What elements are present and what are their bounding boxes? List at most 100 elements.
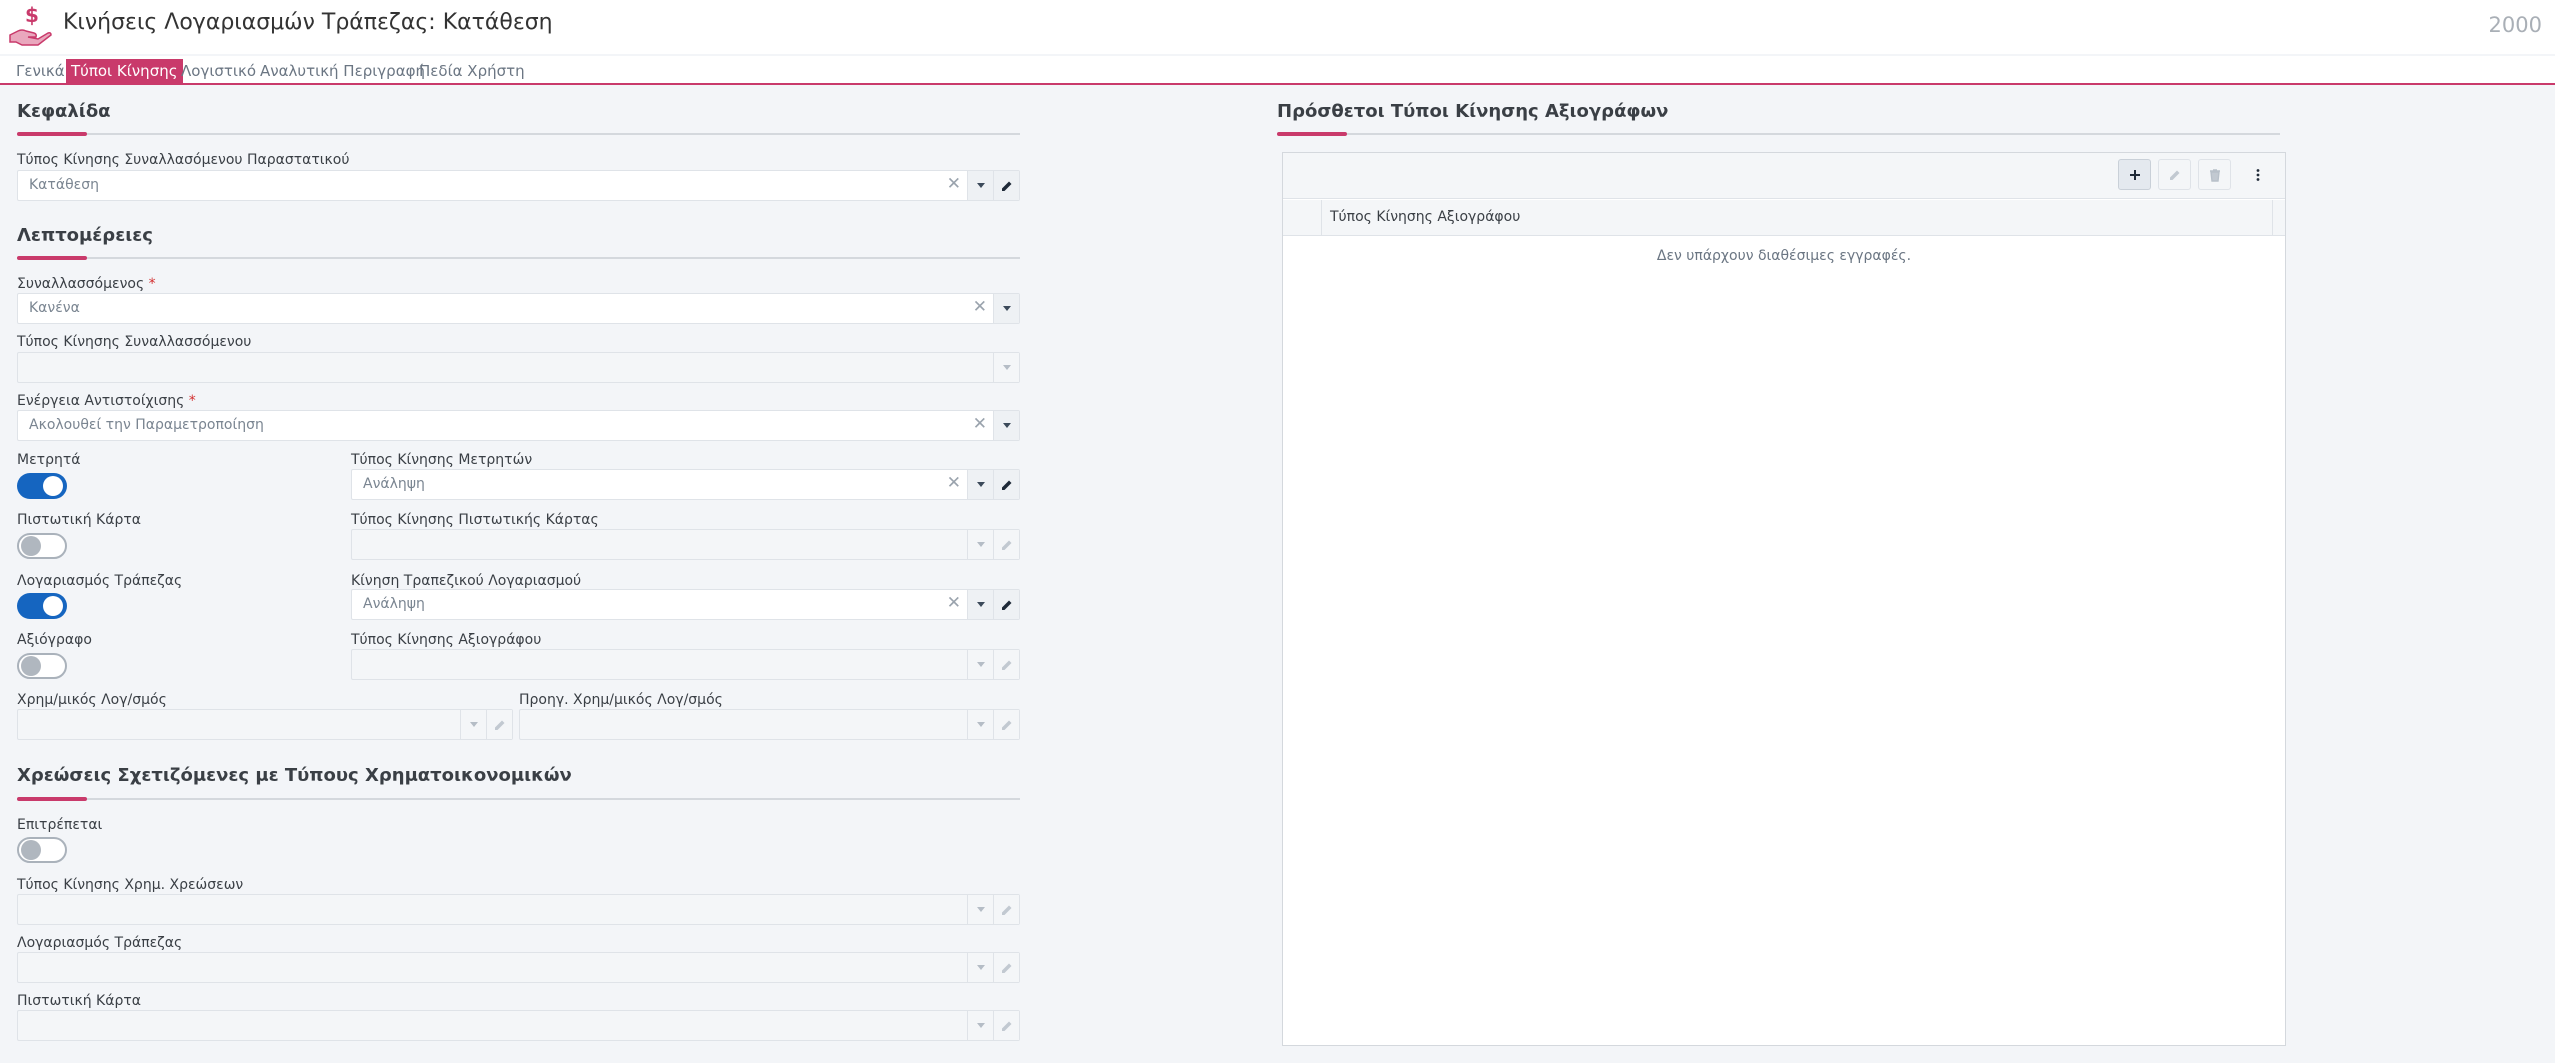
tab-general[interactable]: Γενικά — [11, 59, 70, 83]
section-divider — [1277, 133, 2280, 135]
cash-label: Μετρητά — [17, 452, 81, 468]
charges-bank-account-label: Λογαριασμός Τράπεζας — [17, 935, 183, 951]
grid-select-column[interactable] — [1283, 200, 1322, 236]
edit-icon[interactable] — [993, 171, 1019, 200]
chevron-down-icon[interactable] — [967, 590, 993, 619]
money-hand-icon: $ — [9, 5, 52, 46]
section-divider — [17, 133, 1020, 135]
credit-card-movement-type-label: Τύπος Κίνησης Πιστωτικής Κάρτας — [351, 512, 599, 528]
chevron-down-icon[interactable] — [967, 171, 993, 200]
edit-button[interactable] — [2158, 159, 2191, 190]
credit-card-toggle[interactable] — [17, 533, 67, 559]
tab-detailed-description[interactable]: Αναλυτική Περιγραφή — [255, 59, 430, 83]
edit-icon — [2169, 170, 2179, 180]
tab-movement-types[interactable]: Τύποι Κίνησης — [66, 59, 183, 83]
more-button[interactable] — [2241, 159, 2274, 190]
chevron-down-icon[interactable] — [967, 895, 993, 924]
bank-account-label: Λογαριασμός Τράπεζας — [17, 573, 183, 589]
trader-movement-type-field[interactable] — [17, 352, 1020, 383]
clear-icon[interactable]: ✕ — [973, 297, 987, 317]
bank-account-toggle[interactable] — [17, 593, 67, 619]
charges-credit-card-field[interactable] — [17, 1010, 1020, 1041]
clear-icon[interactable]: ✕ — [973, 414, 987, 434]
edit-icon[interactable] — [486, 710, 512, 739]
chevron-down-icon[interactable] — [967, 470, 993, 499]
trash-icon — [2209, 168, 2220, 182]
section-accent — [17, 132, 87, 136]
clear-icon[interactable]: ✕ — [947, 174, 961, 194]
edit-icon[interactable] — [993, 953, 1019, 982]
section-accent — [17, 256, 87, 260]
section-title-header: Κεφαλίδα — [17, 101, 111, 122]
empty-message: Δεν υπάρχουν διαθέσιμες εγγραφές. — [1656, 248, 1912, 264]
field-value: Ακολουθεί την Παραμετροποίηση — [29, 417, 264, 433]
field-value: Ανάληψη — [363, 476, 425, 492]
bank-account-movement-label: Κίνηση Τραπεζικού Λογαριασμού — [351, 573, 582, 589]
cheque-toggle[interactable] — [17, 653, 67, 679]
tab-bar: Γενικά Τύποι Κίνησης Λογιστικό Αναλυτική… — [0, 56, 2555, 85]
edit-icon[interactable] — [993, 650, 1019, 679]
chevron-down-icon[interactable] — [967, 530, 993, 559]
cash-movement-type-label: Τύπος Κίνησης Μετρητών — [351, 452, 533, 468]
grid-toolbar — [1283, 153, 2285, 199]
credit-card-movement-type-field[interactable] — [351, 529, 1020, 560]
prev-fin-account-label: Προηγ. Χρημ/μικός Λογ/σμός — [519, 692, 723, 708]
svg-text:$: $ — [25, 5, 39, 27]
edit-icon[interactable] — [993, 590, 1019, 619]
matching-action-label: Ενέργεια Αντιστοίχισης * — [17, 393, 196, 409]
record-id: 2000 — [2488, 13, 2542, 37]
section-accent — [1277, 132, 1347, 136]
fin-account-field[interactable] — [17, 709, 513, 740]
charges-allowed-toggle[interactable] — [17, 837, 67, 863]
doc-movement-type-field[interactable]: Κατάθεση ✕ — [17, 170, 1020, 201]
section-divider — [17, 257, 1020, 259]
column-divider — [2272, 200, 2273, 236]
matching-action-field[interactable]: Ακολουθεί την Παραμετροποίηση ✕ — [17, 410, 1020, 441]
cheque-movement-type-label: Τύπος Κίνησης Αξιογράφου — [351, 632, 542, 648]
clear-icon[interactable]: ✕ — [947, 593, 961, 613]
edit-icon[interactable] — [993, 710, 1019, 739]
chevron-down-icon[interactable] — [460, 710, 486, 739]
chevron-down-icon[interactable] — [993, 294, 1019, 323]
chevron-down-icon[interactable] — [967, 953, 993, 982]
more-vertical-icon — [2256, 168, 2259, 181]
add-button[interactable] — [2118, 159, 2151, 190]
field-value: Ανάληψη — [363, 596, 425, 612]
cheque-label: Αξιόγραφο — [17, 632, 92, 648]
chevron-down-icon[interactable] — [967, 650, 993, 679]
tab-accounting[interactable]: Λογιστικό — [176, 59, 261, 83]
edit-icon[interactable] — [993, 470, 1019, 499]
edit-icon[interactable] — [993, 1011, 1019, 1040]
doc-movement-type-label: Τύπος Κίνησης Συναλλασόμενου Παραστατικο… — [17, 152, 350, 168]
page-header: $ Κινήσεις Λογαριασμών Τράπεζας: Κατάθεσ… — [0, 0, 2555, 54]
edit-icon[interactable] — [993, 895, 1019, 924]
cash-toggle[interactable] — [17, 473, 67, 499]
field-value: Κατάθεση — [29, 177, 99, 193]
fin-account-label: Χρημ/μικός Λογ/σμός — [17, 692, 167, 708]
chevron-down-icon[interactable] — [967, 710, 993, 739]
chevron-down-icon[interactable] — [993, 411, 1019, 440]
plus-icon — [2129, 169, 2140, 180]
charges-allowed-label: Επιτρέπεται — [17, 817, 103, 833]
section-accent — [17, 797, 87, 801]
column-header-cheque-movement-type[interactable]: Τύπος Κίνησης Αξιογράφου — [1330, 209, 1520, 225]
section-title-cheque-types: Πρόσθετοι Τύποι Κίνησης Αξιογράφων — [1277, 101, 1669, 122]
bank-account-movement-field[interactable]: Ανάληψη ✕ — [351, 589, 1020, 620]
cheque-movement-type-field[interactable] — [351, 649, 1020, 680]
trader-field[interactable]: Κανένα ✕ — [17, 293, 1020, 324]
charges-movement-type-field[interactable] — [17, 894, 1020, 925]
section-divider — [17, 798, 1020, 800]
trader-label: Συναλλασσόμενος * — [17, 276, 156, 292]
charges-credit-card-label: Πιστωτική Κάρτα — [17, 993, 141, 1009]
credit-card-label: Πιστωτική Κάρτα — [17, 512, 141, 528]
tab-user-fields[interactable]: Πεδία Χρήστη — [414, 59, 530, 83]
field-value: Κανένα — [29, 300, 80, 316]
delete-button[interactable] — [2198, 159, 2231, 190]
chevron-down-icon[interactable] — [967, 1011, 993, 1040]
prev-fin-account-field[interactable] — [519, 709, 1020, 740]
edit-icon[interactable] — [993, 530, 1019, 559]
chevron-down-icon[interactable] — [993, 353, 1019, 382]
cash-movement-type-field[interactable]: Ανάληψη ✕ — [351, 469, 1020, 500]
clear-icon[interactable]: ✕ — [947, 473, 961, 493]
charges-bank-account-field[interactable] — [17, 952, 1020, 983]
